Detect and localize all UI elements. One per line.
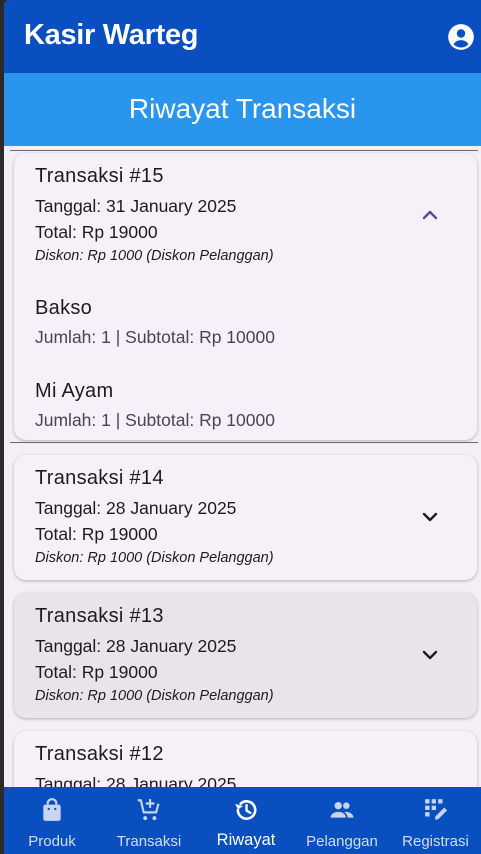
transaction-date: Tanggal: 28 January 2025 bbox=[35, 498, 237, 518]
transaction-date: Tanggal: 28 January 2025 bbox=[35, 636, 237, 656]
nav-label: Transaksi bbox=[116, 833, 182, 850]
people-icon bbox=[330, 801, 354, 818]
transaction-total: Total: Rp 19000 bbox=[35, 662, 158, 682]
transaction-date: Tanggal: 28 January 2025 bbox=[35, 774, 237, 787]
nav-item-produk[interactable]: Produk bbox=[4, 787, 100, 854]
shopping-bag-icon bbox=[43, 798, 61, 821]
chevron-down-icon[interactable] bbox=[418, 643, 442, 667]
page-header: Riwayat Transaksi bbox=[4, 73, 481, 146]
divider bbox=[10, 442, 478, 443]
app-title: Kasir Warteg bbox=[24, 19, 199, 51]
history-icon bbox=[235, 800, 257, 820]
transaction-total: Total: Rp 19000 bbox=[35, 222, 158, 242]
add-to-cart-icon bbox=[137, 799, 160, 821]
transaction-title: Transaksi #15 bbox=[35, 165, 164, 187]
page-title: Riwayat Transaksi bbox=[128, 93, 357, 124]
transaction-list[interactable]: Transaksi #15 Tanggal: 31 January 2025 T… bbox=[4, 146, 481, 787]
transaction-title: Transaksi #14 bbox=[35, 467, 164, 489]
transaction-discount: Diskon: Rp 1000 (Diskon Pelanggan) bbox=[35, 688, 274, 704]
nav-label: Produk bbox=[28, 833, 76, 850]
account-circle-icon[interactable] bbox=[447, 23, 475, 51]
divider bbox=[10, 150, 478, 151]
transaction-discount: Diskon: Rp 1000 (Diskon Pelanggan) bbox=[35, 550, 274, 566]
transaction-card-expanded[interactable]: Transaksi #15 Tanggal: 31 January 2025 T… bbox=[14, 153, 477, 440]
transaction-title: Transaksi #13 bbox=[35, 605, 164, 627]
chevron-down-icon[interactable] bbox=[418, 505, 442, 529]
app-bar: Kasir Warteg bbox=[4, 0, 481, 73]
item-name: Mi Ayam bbox=[35, 380, 114, 402]
nav-item-transaksi[interactable]: Transaksi bbox=[100, 787, 198, 854]
nav-label: Pelanggan bbox=[306, 833, 378, 850]
transaction-date: Tanggal: 31 January 2025 bbox=[35, 196, 237, 216]
transaction-title: Transaksi #12 bbox=[35, 743, 164, 765]
nav-item-riwayat[interactable]: Riwayat bbox=[198, 787, 294, 854]
chevron-up-icon[interactable] bbox=[418, 203, 442, 227]
item-name: Bakso bbox=[35, 297, 93, 319]
nav-item-pelanggan[interactable]: Pelanggan bbox=[294, 787, 390, 854]
transaction-card[interactable]: Transaksi #14 Tanggal: 28 January 2025 T… bbox=[14, 455, 477, 580]
transaction-card[interactable]: Transaksi #12 Tanggal: 28 January 2025 bbox=[14, 731, 477, 787]
item-detail: Jumlah: 1 | Subtotal: Rp 10000 bbox=[35, 327, 275, 347]
app-frame: Kasir Warteg Riwayat Transaksi Transaksi… bbox=[4, 0, 481, 854]
transaction-total: Total: Rp 19000 bbox=[35, 524, 158, 544]
transaction-card[interactable]: Transaksi #13 Tanggal: 28 January 2025 T… bbox=[14, 593, 477, 718]
app-registration-icon bbox=[425, 799, 448, 820]
nav-label: Registrasi bbox=[402, 833, 469, 850]
nav-item-registrasi[interactable]: Registrasi bbox=[390, 787, 481, 854]
nav-label: Riwayat bbox=[216, 831, 276, 849]
transaction-discount: Diskon: Rp 1000 (Diskon Pelanggan) bbox=[35, 248, 274, 264]
bottom-navigation: Produk Transaksi Riwayat Pelanggan Regis… bbox=[4, 787, 481, 854]
item-detail: Jumlah: 1 | Subtotal: Rp 10000 bbox=[35, 410, 275, 430]
